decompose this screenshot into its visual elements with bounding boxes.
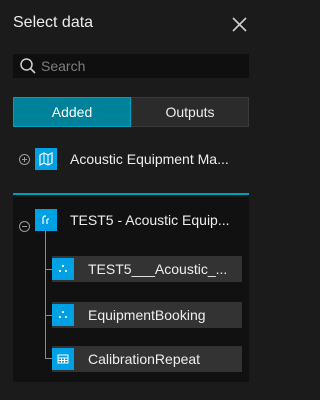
collapse-toggle-icon[interactable] [19, 221, 30, 232]
tab-outputs[interactable]: Outputs [131, 97, 249, 127]
data-item-label[interactable]: Acoustic Equipment Ma... [70, 151, 250, 167]
point-layer-icon [52, 304, 74, 326]
feature-service-icon [35, 209, 57, 231]
tree-connector [45, 231, 46, 358]
search-box[interactable] [13, 54, 249, 78]
search-icon [20, 58, 36, 74]
layer-item[interactable]: EquipmentBooking [52, 302, 242, 328]
expand-toggle-icon[interactable] [19, 154, 30, 165]
layer-item-label: CalibrationRepeat [88, 351, 201, 367]
table-icon [52, 348, 74, 370]
close-button[interactable] [228, 14, 250, 36]
selection-divider [13, 193, 249, 195]
close-icon [232, 17, 247, 32]
group-label[interactable]: TEST5 - Acoustic Equip... [70, 212, 250, 228]
search-input[interactable] [41, 58, 241, 74]
point-layer-icon [52, 258, 74, 280]
layer-item[interactable]: CalibrationRepeat [52, 346, 242, 372]
panel-title: Select data [13, 14, 94, 31]
tab-bar: Added Outputs [13, 97, 249, 127]
tab-added[interactable]: Added [13, 97, 131, 127]
layer-item[interactable]: TEST5___Acoustic_... [52, 256, 242, 282]
layer-item-label: TEST5___Acoustic_... [88, 261, 228, 277]
layer-item-label: EquipmentBooking [88, 307, 206, 323]
select-data-panel: Select data Added Outputs Acoustic Equip… [0, 0, 261, 400]
map-icon [35, 148, 57, 170]
